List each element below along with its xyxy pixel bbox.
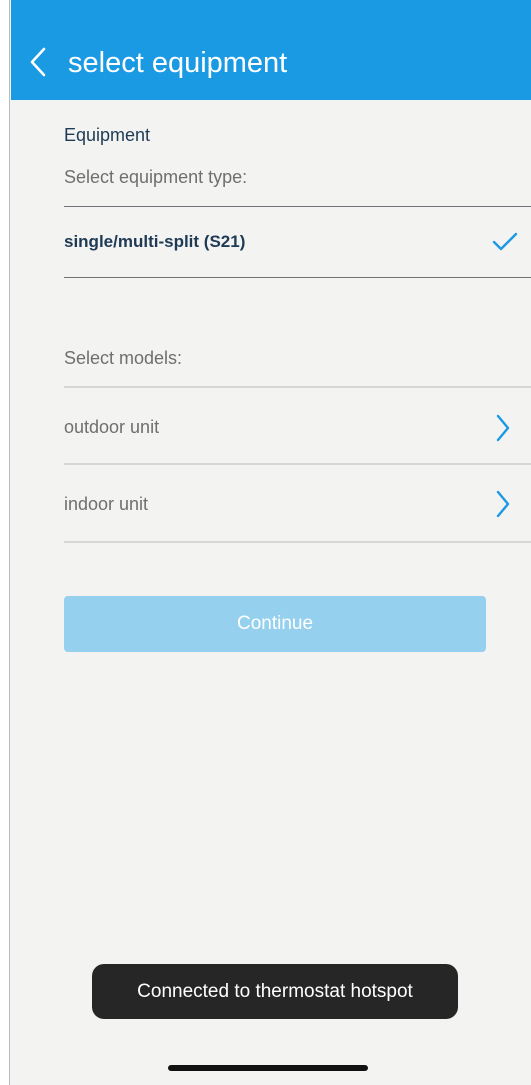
back-button[interactable] xyxy=(27,46,51,78)
toast-message: Connected to thermostat hotspot xyxy=(92,964,458,1019)
page-title: select equipment xyxy=(68,47,288,79)
outdoor-unit-row[interactable]: outdoor unit xyxy=(64,388,531,463)
divider xyxy=(64,541,531,543)
left-edge xyxy=(0,0,10,1085)
phone-screen: select equipment Equipment Select equipm… xyxy=(11,0,531,1085)
outdoor-unit-label: outdoor unit xyxy=(64,417,160,437)
models-prompt: Select models: xyxy=(64,348,183,368)
indoor-unit-row[interactable]: indoor unit xyxy=(64,465,531,541)
home-indicator[interactable] xyxy=(168,1065,368,1071)
chevron-left-icon xyxy=(30,47,46,77)
chevron-right-icon xyxy=(496,414,510,442)
equipment-type-option-selected[interactable]: single/multi-split (S21) xyxy=(64,207,531,277)
divider xyxy=(64,277,531,278)
checkmark-icon xyxy=(492,232,518,251)
app-header: select equipment xyxy=(11,0,531,100)
continue-button[interactable]: Continue xyxy=(64,596,486,652)
chevron-right-icon xyxy=(496,490,510,518)
equipment-section-label: Equipment xyxy=(64,125,151,145)
equipment-type-label: single/multi-split (S21) xyxy=(64,232,246,251)
indoor-unit-label: indoor unit xyxy=(64,494,149,514)
equipment-type-prompt: Select equipment type: xyxy=(64,167,248,187)
